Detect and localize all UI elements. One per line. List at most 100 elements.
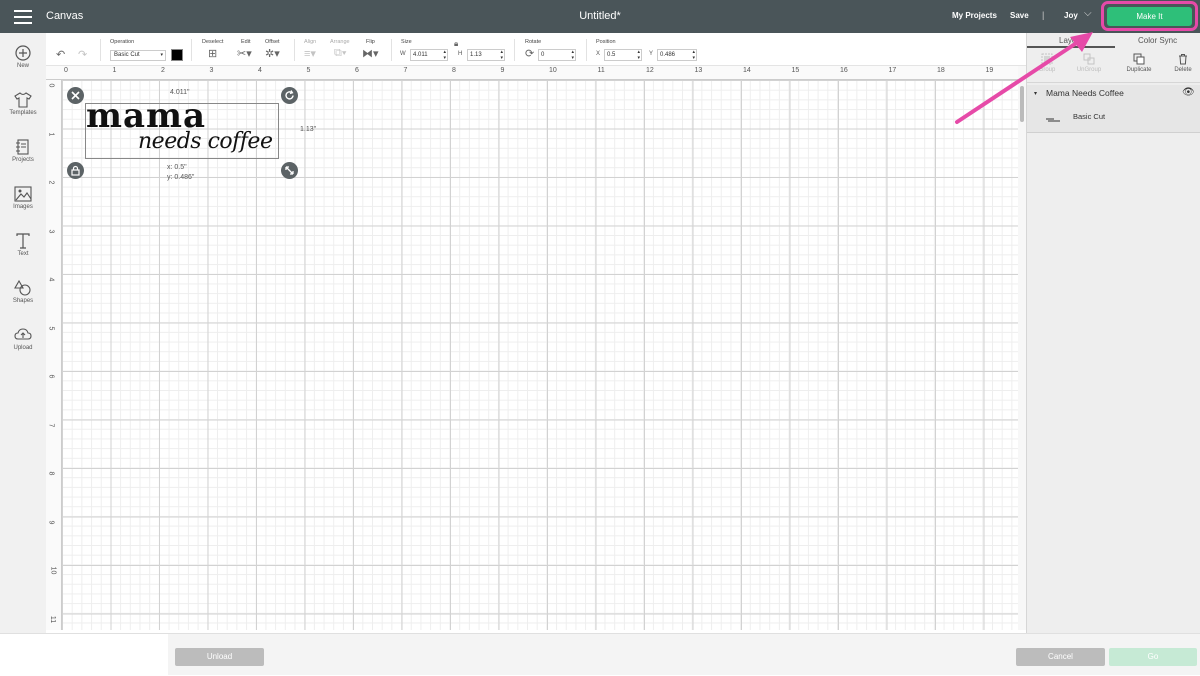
sidebar-label: Upload: [13, 345, 33, 351]
app-title: Canvas: [46, 10, 84, 22]
x-input[interactable]: 0.5 ▴ ▾: [604, 49, 642, 61]
trash-icon: [1179, 54, 1187, 65]
eye-icon[interactable]: 👁︎: [1182, 87, 1195, 98]
hamburger-menu-icon[interactable]: [14, 10, 32, 24]
arrange-icon[interactable]: ⧉▾: [334, 47, 346, 60]
ruler-tick-label: 9: [500, 67, 505, 74]
height-input[interactable]: 1.13 ▴ ▾: [467, 49, 505, 61]
text-t-icon: [16, 233, 30, 249]
delete-button[interactable]: Delete: [1165, 53, 1200, 73]
edit-scissors-icon[interactable]: ✂▾: [237, 47, 252, 60]
rotate-input[interactable]: 0 ▴ ▾: [538, 49, 576, 61]
ruler-tick-label: 16: [840, 67, 848, 74]
ruler-tick-label: 2: [161, 67, 165, 74]
undo-icon[interactable]: ↶: [56, 48, 65, 61]
sidebar-label: New: [16, 63, 29, 69]
layer-list: ▾ Mama Needs Coffee 👁︎ Basic Cut: [1027, 85, 1200, 133]
ruler-tick-label: 11: [597, 67, 605, 74]
position-label: Position: [596, 39, 616, 45]
ruler-tick-label: 9: [47, 520, 55, 524]
align-icon[interactable]: ≡▾: [304, 47, 316, 60]
scrollbar-thumb[interactable]: [1020, 86, 1024, 122]
sidebar-item-text[interactable]: Text: [0, 233, 46, 273]
active-tab-indicator: [1027, 46, 1115, 48]
sidebar-item-new[interactable]: New: [0, 45, 46, 85]
redo-icon[interactable]: ↷: [78, 48, 87, 61]
ruler-tick-label: 5: [306, 67, 311, 74]
flip-label: Flip: [366, 39, 375, 45]
sidebar-label: Templates: [9, 110, 37, 116]
sidebar-item-templates[interactable]: Templates: [0, 92, 46, 132]
stepper-icon[interactable]: ▴ ▾: [692, 49, 695, 61]
y-input[interactable]: 0.486 ▴ ▾: [657, 49, 697, 61]
group-icon: [1041, 53, 1053, 65]
caret-down-icon: ▾: [160, 52, 163, 58]
duplicate-button[interactable]: Duplicate: [1121, 53, 1157, 73]
ruler-tick-label: 19: [985, 67, 994, 74]
width-input[interactable]: 4.011 ▴ ▾: [410, 49, 448, 61]
operation-select[interactable]: Basic Cut ▾: [110, 50, 166, 61]
ruler-tick-label: 6: [355, 67, 359, 74]
selection-box: [85, 103, 279, 159]
save-button[interactable]: Save: [1010, 11, 1029, 20]
duplicate-icon: [1133, 53, 1145, 65]
tab-layers[interactable]: Layers: [1059, 36, 1083, 45]
delete-handle[interactable]: [67, 87, 84, 104]
lock-handle[interactable]: [67, 162, 84, 179]
toolbar-divider: [100, 39, 101, 61]
chevron-down-icon[interactable]: ⌵: [1084, 8, 1092, 19]
x-label: X: [596, 51, 601, 57]
rotate-handle[interactable]: [281, 87, 298, 104]
flip-icon[interactable]: ⧓▾: [362, 47, 379, 60]
sublayer-name: Basic Cut: [1073, 112, 1106, 121]
offset-label: Offset: [265, 39, 280, 45]
toolbar-divider: [586, 39, 587, 61]
sidebar-item-projects[interactable]: Projects: [0, 139, 46, 179]
size-label: Size: [401, 39, 412, 45]
top-bar: Canvas Untitled* My Projects Save | Joy …: [0, 0, 1200, 33]
ruler-tick-label: 4: [258, 67, 262, 74]
ruler-tick-label: 0: [47, 83, 55, 88]
rotate-icon: ⟳: [525, 48, 535, 60]
my-projects-link[interactable]: My Projects: [952, 11, 997, 20]
rotate-value: 0: [541, 52, 545, 58]
layers-panel: Layers Color Sync Group UnGroup Duplicat…: [1026, 33, 1200, 633]
ruler-tick-label: 1: [47, 132, 55, 136]
edit-toolbar: ↶ ↷ Operation Basic Cut ▾ Deselect ⊞ Edit…: [46, 33, 1026, 66]
sidebar-item-shapes[interactable]: Shapes: [0, 280, 46, 320]
ungroup-button[interactable]: UnGroup: [1071, 53, 1107, 73]
ruler-tick-label: 18: [937, 67, 945, 74]
layer-tools: Group UnGroup Duplicate Delete: [1027, 49, 1200, 83]
make-it-button[interactable]: Make It: [1107, 7, 1192, 26]
cloud-upload-icon: [14, 328, 32, 340]
deselect-icon[interactable]: ⊞: [208, 47, 217, 60]
color-swatch[interactable]: [171, 49, 183, 61]
expand-caret-icon[interactable]: ▾: [1034, 90, 1037, 97]
ruler-tick-label: 10: [549, 67, 557, 74]
unload-button[interactable]: Unload: [175, 648, 264, 666]
offset-icon[interactable]: ✲▾: [265, 47, 280, 60]
operation-value: Basic Cut: [114, 52, 140, 58]
y-label: Y: [649, 51, 654, 57]
stepper-icon[interactable]: ▴ ▾: [571, 49, 574, 61]
sidebar-item-upload[interactable]: Upload: [0, 327, 46, 367]
lock-icon[interactable]: 🔒︎: [454, 39, 458, 49]
notebook-icon: [16, 139, 29, 155]
user-menu[interactable]: Joy: [1064, 11, 1078, 20]
ruler-tick-label: 13: [694, 67, 703, 74]
ruler-tick-label: 0: [64, 67, 68, 74]
height-value: 1.13: [470, 52, 482, 58]
group-button[interactable]: Group: [1029, 53, 1065, 73]
image-icon: [14, 186, 32, 202]
rotate-label: Rotate: [525, 39, 542, 45]
go-button[interactable]: Go: [1109, 648, 1197, 666]
resize-handle[interactable]: [281, 162, 298, 179]
stepper-icon[interactable]: ▴ ▾: [500, 49, 503, 61]
cancel-button[interactable]: Cancel: [1016, 648, 1105, 666]
tab-color-sync[interactable]: Color Sync: [1138, 36, 1177, 45]
stepper-icon[interactable]: ▴ ▾: [637, 49, 640, 61]
canvas-scrollbar[interactable]: [1018, 66, 1026, 630]
stepper-icon[interactable]: ▴ ▾: [443, 49, 446, 61]
sidebar-item-images[interactable]: Images: [0, 186, 46, 226]
toolbar-divider: [294, 39, 295, 61]
